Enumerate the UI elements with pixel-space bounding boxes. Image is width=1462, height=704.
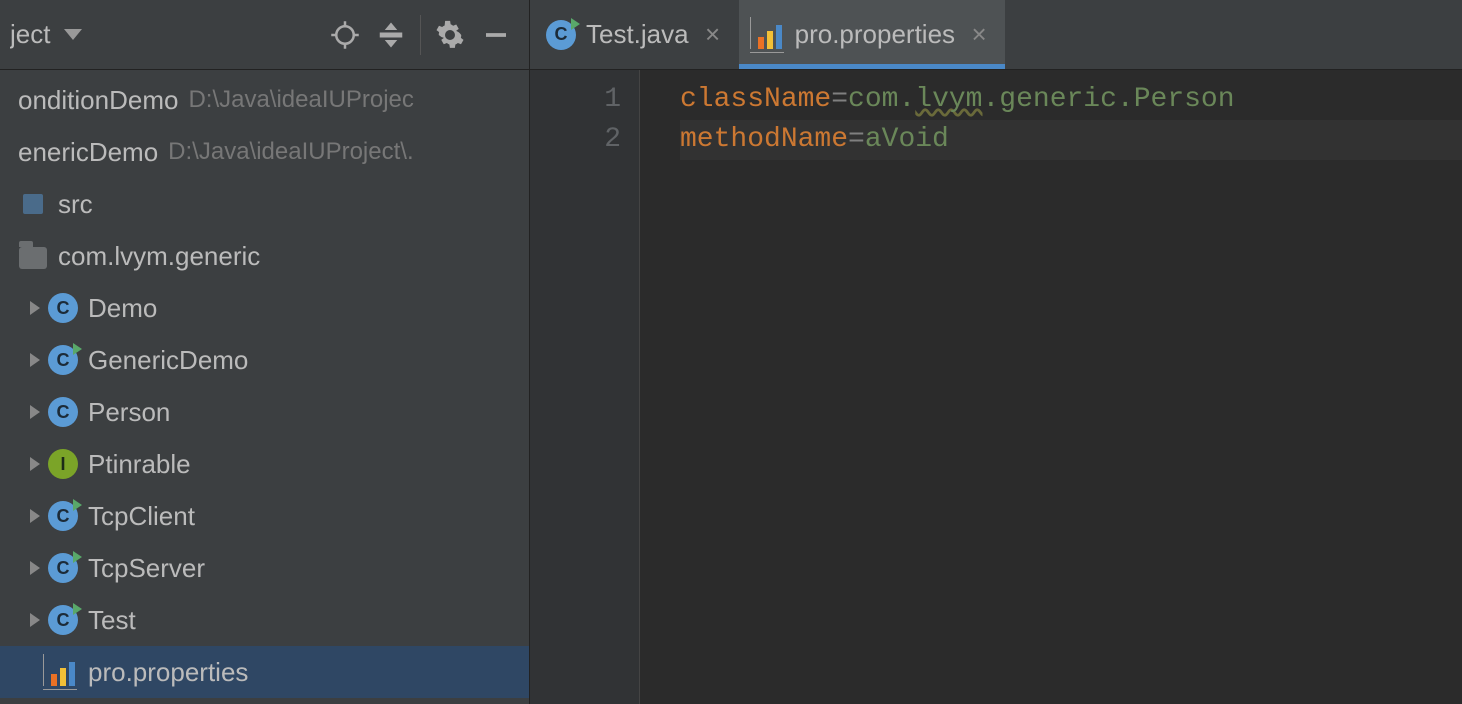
property-key: className	[680, 84, 831, 115]
tree-node-label: Person	[88, 397, 170, 428]
spellcheck-warning: lvym	[915, 84, 982, 115]
tree-node-label: GenericDemo	[88, 345, 248, 376]
expand-all-icon[interactable]	[370, 14, 412, 56]
tree-module[interactable]: onditionDemo D:\Java\ideaIUProjec	[0, 74, 529, 126]
gutter: 12	[530, 70, 640, 704]
tree-module[interactable]: enericDemo D:\Java\ideaIUProject\.	[0, 126, 529, 178]
tree-node-path: D:\Java\ideaIUProject\.	[168, 138, 413, 166]
editor-tab[interactable]: C Test.java ×	[530, 0, 739, 69]
expand-caret-icon[interactable]	[30, 613, 40, 627]
properties-file-icon	[756, 21, 784, 49]
tree-node-path: D:\Java\ideaIUProjec	[188, 86, 413, 114]
code-line[interactable]: className=com.lvym.generic.Person	[680, 80, 1462, 120]
tree-node-label: pro.properties	[88, 657, 248, 688]
code-line[interactable]: methodName=aVoid	[680, 120, 1462, 160]
chevron-down-icon	[64, 29, 82, 40]
tree-node-label: TcpClient	[88, 501, 195, 532]
gear-icon[interactable]	[429, 14, 471, 56]
tree-file[interactable]: pro.properties	[0, 646, 529, 698]
java-runnable-class-icon: C	[48, 345, 78, 375]
line-number: 1	[530, 80, 621, 120]
java-interface-icon: I	[48, 449, 78, 479]
expand-caret-icon[interactable]	[30, 561, 40, 575]
java-runnable-class-icon: C	[546, 20, 576, 50]
tree-file[interactable]: C Test	[0, 594, 529, 646]
java-runnable-class-icon: C	[48, 605, 78, 635]
tree-file[interactable]: C GenericDemo	[0, 334, 529, 386]
line-number: 2	[530, 120, 621, 160]
expand-caret-icon[interactable]	[30, 301, 40, 315]
divider	[420, 15, 421, 55]
editor-tab[interactable]: pro.properties ×	[739, 0, 1005, 69]
locate-icon[interactable]	[324, 14, 366, 56]
properties-file-icon	[49, 658, 77, 686]
tree-file[interactable]: I Ptinrable	[0, 438, 529, 490]
tab-label: Test.java	[586, 19, 689, 50]
expand-caret-icon[interactable]	[30, 457, 40, 471]
code-area[interactable]: className=com.lvym.generic.PersonmethodN…	[640, 70, 1462, 704]
java-class-icon: C	[48, 293, 78, 323]
tree-package[interactable]: com.lvym.generic	[0, 230, 529, 282]
package-icon	[19, 247, 47, 269]
tree-node-label: src	[58, 189, 93, 220]
editor-tab-bar: C Test.java × pro.properties ×	[530, 0, 1462, 70]
close-tab-icon[interactable]: ×	[703, 25, 723, 45]
tree-node-label: Ptinrable	[88, 449, 191, 480]
equals-sign: =	[848, 124, 865, 155]
property-value: aVoid	[865, 124, 949, 155]
property-key: methodName	[680, 124, 848, 155]
project-panel-header: ject	[0, 0, 530, 70]
tree-node-label: TcpServer	[88, 553, 205, 584]
expand-caret-icon[interactable]	[30, 509, 40, 523]
java-class-icon: C	[48, 397, 78, 427]
java-runnable-class-icon: C	[48, 501, 78, 531]
tree-node-label: com.lvym.generic	[58, 241, 260, 272]
tree-file[interactable]: C Demo	[0, 282, 529, 334]
expand-caret-icon[interactable]	[30, 405, 40, 419]
source-folder-icon	[23, 194, 43, 214]
project-tree[interactable]: onditionDemo D:\Java\ideaIUProjec enericDe…	[0, 70, 530, 704]
tree-node-label: Test	[88, 605, 136, 636]
project-panel-title[interactable]: ject	[10, 19, 322, 50]
expand-caret-icon[interactable]	[30, 353, 40, 367]
property-value: com.lvym.generic.Person	[848, 84, 1234, 115]
equals-sign: =	[831, 84, 848, 115]
project-selector-label: ject	[10, 19, 50, 50]
code-editor[interactable]: 12 className=com.lvym.generic.Personmeth…	[530, 70, 1462, 704]
hide-icon[interactable]	[475, 14, 517, 56]
java-runnable-class-icon: C	[48, 553, 78, 583]
tree-file[interactable]: C TcpClient	[0, 490, 529, 542]
tree-node-label: enericDemo	[18, 137, 158, 168]
tree-node-label: onditionDemo	[18, 85, 178, 116]
tree-src-folder[interactable]: src	[0, 178, 529, 230]
tree-file[interactable]: C Person	[0, 386, 529, 438]
tree-node-label: Demo	[88, 293, 157, 324]
close-tab-icon[interactable]: ×	[969, 25, 989, 45]
tab-label: pro.properties	[795, 19, 955, 50]
tree-file[interactable]: C TcpServer	[0, 542, 529, 594]
